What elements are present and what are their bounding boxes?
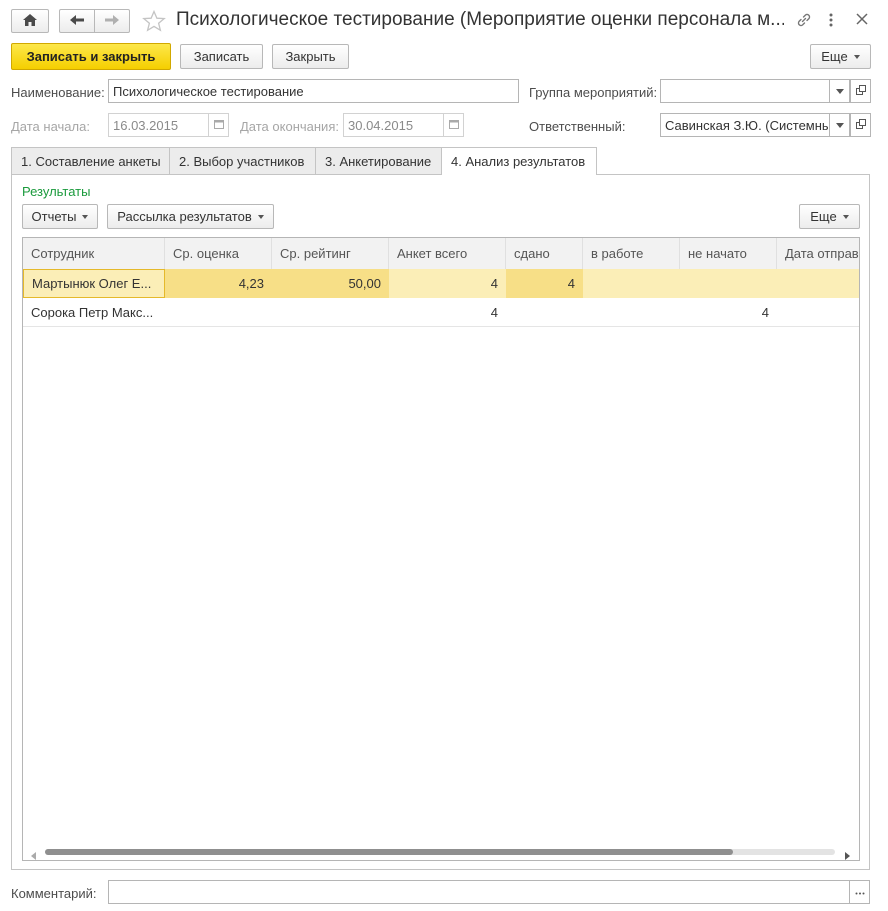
- close-icon[interactable]: [855, 12, 869, 29]
- table-row[interactable]: Мартынюк Олег Е... 4,23 50,00 4 4: [23, 269, 859, 298]
- table-cell[interactable]: [583, 269, 680, 298]
- table-cell[interactable]: [506, 298, 583, 327]
- ellipsis-icon: [855, 886, 865, 898]
- table-cell[interactable]: 4: [389, 269, 506, 298]
- table-cell[interactable]: 4,23: [165, 269, 272, 298]
- tab-participants[interactable]: 2. Выбор участников: [169, 147, 316, 174]
- tab-questionnaire[interactable]: 1. Составление анкеты: [11, 147, 170, 174]
- tab-survey[interactable]: 3. Анкетирование: [315, 147, 442, 174]
- group-field[interactable]: [660, 79, 830, 103]
- forward-button[interactable]: [94, 9, 130, 33]
- horizontal-scrollbar[interactable]: [23, 844, 859, 860]
- table-cell[interactable]: 4: [389, 298, 506, 327]
- group-label: Группа мероприятий:: [529, 85, 658, 100]
- table-cell[interactable]: [777, 269, 859, 298]
- table-cell[interactable]: 4: [506, 269, 583, 298]
- table-cell[interactable]: Мартынюк Олег Е...: [23, 269, 165, 298]
- open-icon: [855, 118, 866, 132]
- start-date-field[interactable]: 16.03.2015: [108, 113, 209, 137]
- table-cell[interactable]: Сорока Петр Макс...: [23, 298, 165, 327]
- reports-button[interactable]: Отчеты: [22, 204, 98, 229]
- responsible-field[interactable]: Савинская З.Ю. (Системны: [660, 113, 830, 137]
- table-cell[interactable]: [272, 298, 389, 327]
- mailing-button-label: Рассылка результатов: [117, 209, 252, 224]
- home-button[interactable]: [11, 9, 49, 33]
- name-field[interactable]: Психологическое тестирование: [108, 79, 519, 103]
- menu-dots-icon[interactable]: [827, 12, 835, 31]
- results-table[interactable]: Сотрудник Ср. оценка Ср. рейтинг Анкет в…: [22, 237, 860, 861]
- mailing-button[interactable]: Рассылка результатов: [107, 204, 274, 229]
- start-date-label: Дата начала:: [11, 119, 90, 134]
- tab-analysis[interactable]: 4. Анализ результатов: [441, 147, 597, 175]
- back-button[interactable]: [59, 9, 95, 33]
- column-header[interactable]: сдано: [506, 238, 583, 269]
- comment-field[interactable]: [108, 880, 850, 904]
- responsible-label: Ответственный:: [529, 119, 626, 134]
- reports-button-label: Отчеты: [31, 209, 77, 224]
- link-icon[interactable]: [795, 11, 813, 32]
- group-open-button[interactable]: [850, 79, 871, 103]
- dropdown-icon: [835, 119, 844, 131]
- column-header[interactable]: не начато: [680, 238, 777, 269]
- calendar-icon: [213, 119, 224, 132]
- table-cell[interactable]: 4: [680, 298, 777, 327]
- table-header: Сотрудник Ср. оценка Ср. рейтинг Анкет в…: [23, 238, 859, 269]
- save-button[interactable]: Записать: [180, 44, 263, 69]
- group-dropdown-button[interactable]: [829, 79, 850, 103]
- results-group-title: Результаты: [22, 184, 91, 199]
- table-cell[interactable]: [583, 298, 680, 327]
- end-date-label: Дата окончания:: [240, 119, 339, 134]
- open-icon: [855, 84, 866, 98]
- table-cell[interactable]: [777, 298, 859, 327]
- more-button-label: Еще: [821, 49, 848, 64]
- comment-edit-button[interactable]: [849, 880, 870, 904]
- star-icon[interactable]: [142, 9, 166, 35]
- results-more-button-label: Еще: [810, 209, 837, 224]
- column-header[interactable]: Анкет всего: [389, 238, 506, 269]
- forward-arrow-icon: [104, 14, 120, 29]
- responsible-open-button[interactable]: [850, 113, 871, 137]
- window-title: Психологическое тестирование (Мероприяти…: [176, 9, 784, 30]
- start-date-calendar-button[interactable]: [208, 113, 229, 137]
- column-header[interactable]: Ср. оценка: [165, 238, 272, 269]
- save-and-close-button[interactable]: Записать и закрыть: [11, 43, 171, 70]
- dropdown-icon: [835, 85, 844, 97]
- home-icon: [22, 13, 38, 30]
- column-header[interactable]: Ср. рейтинг: [272, 238, 389, 269]
- calendar-icon: [448, 119, 459, 132]
- table-cell[interactable]: 50,00: [272, 269, 389, 298]
- more-button[interactable]: Еще: [810, 44, 871, 69]
- end-date-calendar-button[interactable]: [443, 113, 464, 137]
- name-label: Наименование:: [11, 85, 105, 100]
- column-header[interactable]: в работе: [583, 238, 680, 269]
- back-arrow-icon: [69, 14, 85, 29]
- responsible-dropdown-button[interactable]: [829, 113, 850, 137]
- close-button[interactable]: Закрыть: [272, 44, 349, 69]
- table-row[interactable]: Сорока Петр Макс... 4 4: [23, 298, 859, 327]
- scroll-right-icon[interactable]: [845, 848, 850, 860]
- comment-label: Комментарий:: [11, 886, 97, 901]
- scroll-left-icon[interactable]: [31, 848, 36, 860]
- results-more-button[interactable]: Еще: [799, 204, 860, 229]
- table-cell[interactable]: [680, 269, 777, 298]
- table-cell[interactable]: [165, 298, 272, 327]
- scrollbar-thumb[interactable]: [45, 849, 733, 855]
- end-date-field[interactable]: 30.04.2015: [343, 113, 444, 137]
- column-header[interactable]: Дата отправи: [777, 238, 859, 269]
- column-header[interactable]: Сотрудник: [23, 238, 165, 269]
